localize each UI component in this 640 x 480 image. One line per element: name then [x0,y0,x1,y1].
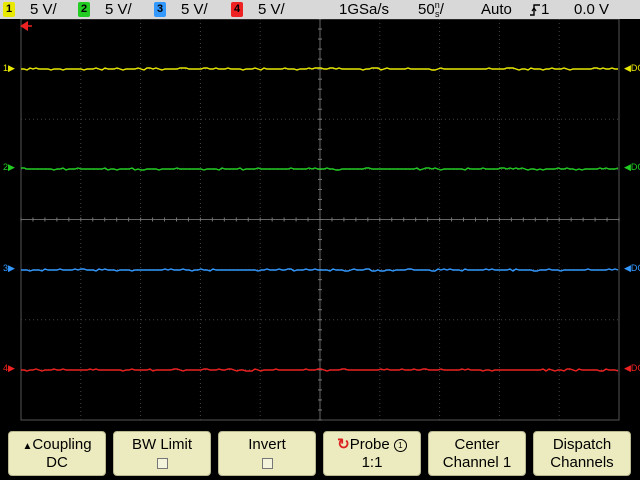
channel-1-badge[interactable]: 1 [3,2,15,17]
dispatch-value: Channels [550,454,614,471]
probe-softkey[interactable]: ↻Probe 1 1:1 [323,431,421,476]
status-bar: 1 5 V/ 2 5 V/ 3 5 V/ 4 5 V/ 1GSa/s 50 n s /… [0,0,640,19]
sample-rate: 1GSa/s [339,1,390,18]
invert-label: Invert [248,436,286,453]
rising-edge-trigger-icon [530,3,540,17]
channel-2-marker-arrow-icon: ▶ [8,162,15,172]
channel-2-trace [21,167,619,171]
channel-2-badge[interactable]: 2 [78,2,90,17]
channel-3-coupling-label: ◀DC [624,263,640,273]
timebase-value: 50 [418,1,435,18]
trigger-mode: Auto [481,1,512,18]
channel-3-coupling-text: DC [630,263,640,273]
center-channel-value: Channel 1 [442,454,512,471]
channel-1-scale: 5 V/ [30,1,57,18]
channel-1-coupling-text: DC [630,63,640,73]
waveform-display[interactable]: 1▶ 2▶ 3▶ 4▶ ◀DC ◀DC ◀DC ◀DC [0,19,640,422]
rotate-knob-icon: ↻ [337,436,350,453]
center-label: Center [454,436,500,453]
softkey-bar: ▲Coupling DC BW Limit Invert ↻Probe 1 1:… [0,422,640,480]
probe-ratio: 1:1 [361,454,383,471]
center-channel-softkey[interactable]: Center Channel 1 [428,431,526,476]
channel-1-coupling-label: ◀DC [624,63,640,73]
channel-4-right-arrow-icon: ◀ [624,363,631,373]
graticule [20,19,620,421]
probe-channel-number: 1 [398,440,403,450]
bw-limit-softkey[interactable]: BW Limit [113,431,211,476]
channel-3-ground-marker[interactable]: 3▶ [3,263,15,273]
probe-channel-badge: 1 [393,438,407,452]
invert-softkey[interactable]: Invert [218,431,316,476]
channel-3-right-arrow-icon: ◀ [624,263,631,273]
channel-2-right-arrow-icon: ◀ [624,162,631,172]
trigger-position-arrow-icon[interactable] [20,21,32,31]
channel-3-marker-arrow-icon: ▶ [8,263,15,273]
invert-checkbox[interactable] [261,457,273,469]
channel-2-coupling-label: ◀DC [624,162,640,172]
channel-2-ground-marker[interactable]: 2▶ [3,162,15,172]
bw-limit-label: BW Limit [132,436,192,453]
trigger-source: 1 [541,1,550,18]
channel-4-badge[interactable]: 4 [231,2,243,17]
channel-4-coupling-label: ◀DC [624,363,640,373]
channel-4-coupling-text: DC [630,363,640,373]
coupling-softkey[interactable]: ▲Coupling DC [8,431,106,476]
channel-4-ground-marker[interactable]: 4▶ [3,363,15,373]
dispatch-channels-softkey[interactable]: Dispatch Channels [533,431,631,476]
up-triangle-icon: ▲ [22,441,33,452]
timebase-suffix: / [439,1,444,18]
channel-1-right-arrow-icon: ◀ [624,63,631,73]
dispatch-label: Dispatch [552,436,612,453]
bw-limit-checkbox[interactable] [156,457,168,469]
coupling-label: Coupling [32,436,92,453]
channel-2-coupling-text: DC [630,162,640,172]
trigger-level: 0.0 V [574,1,610,18]
channel-2-scale: 5 V/ [105,1,132,18]
channel-3-badge[interactable]: 3 [154,2,166,17]
coupling-value: DC [46,454,68,471]
channel-1-marker-arrow-icon: ▶ [8,63,15,73]
channel-1-ground-marker[interactable]: 1▶ [3,63,15,73]
channel-3-scale: 5 V/ [181,1,208,18]
probe-label: Probe [349,436,390,453]
timebase[interactable]: 50 n s / [418,0,444,19]
channel-4-scale: 5 V/ [258,1,285,18]
channel-4-marker-arrow-icon: ▶ [8,363,15,373]
